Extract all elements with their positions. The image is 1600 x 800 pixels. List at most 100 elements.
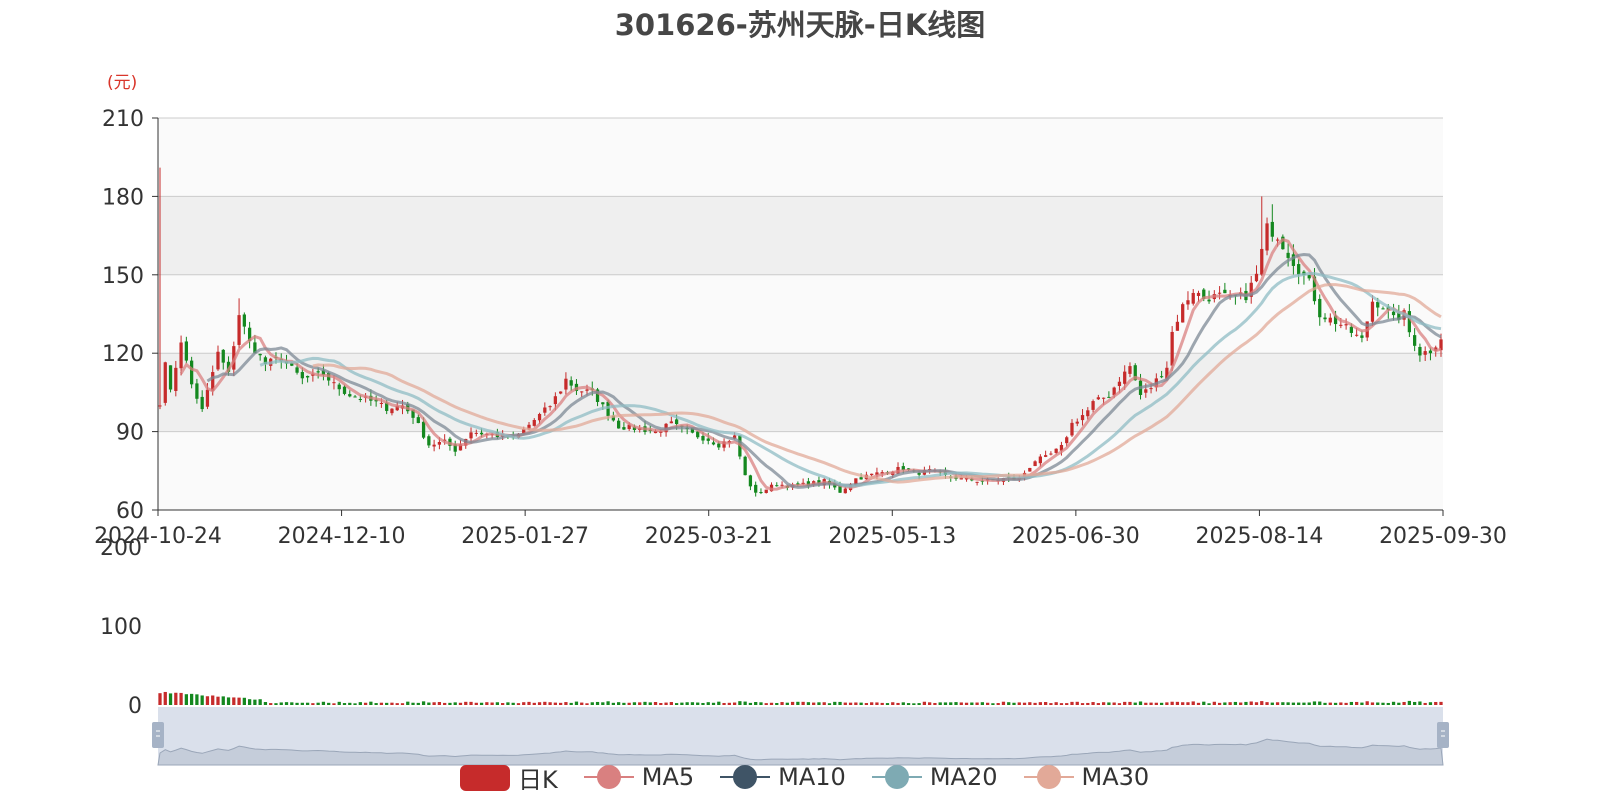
candle-body [1339,324,1343,326]
volume-bar [980,702,985,705]
volume-bar [1275,702,1280,705]
volume-bar [469,701,473,705]
volume-bar [838,701,842,705]
volume-bar [906,703,911,705]
volume-bar [949,702,953,705]
volume-bar [611,702,615,705]
volume-bar [717,701,721,705]
candle-body [427,436,431,446]
legend-item-ma20[interactable]: MA20 [871,763,998,791]
candle-body [1381,308,1385,310]
volume-bar [1381,702,1385,705]
candle-body [353,396,357,398]
candle-body [1096,397,1100,400]
candle-body [1043,455,1048,457]
candle-body [543,407,547,413]
volume-tick-label: 200 [100,536,142,561]
legend-ma5-icon [583,765,634,789]
candle-body [221,349,225,363]
candle-body [437,442,442,445]
candle-body [1049,453,1053,455]
candle-body [195,383,199,399]
candle-body [1144,389,1148,393]
volume-bar [1270,702,1274,705]
volume-bar [1001,701,1006,705]
volume-bar [1333,702,1338,705]
volume-bar [416,702,420,705]
legend-item-k[interactable]: 日K [460,760,558,795]
volume-bar [327,702,331,705]
legend-k-icon [460,765,510,791]
volume-bar [1196,702,1201,705]
volume-bar [674,703,679,705]
candle-body [1265,223,1269,251]
volume-bar [1191,701,1195,705]
slider-handle-left[interactable] [152,722,164,748]
legend-item-ma10[interactable]: MA10 [720,763,846,791]
volume-bar [1349,701,1354,705]
candle-body [1418,346,1422,356]
candle-body [1318,298,1322,318]
candle-body [559,391,563,394]
volume-bar [1080,703,1085,705]
candle-body [917,472,921,475]
volume-bar [796,701,800,705]
volume-bar [168,693,173,705]
data-zoom-slider[interactable] [152,707,1449,766]
legend-label-ma5: MA5 [641,763,695,791]
candle-body [179,342,183,369]
candle-body [1086,410,1090,417]
volume-bar [342,703,347,705]
volume-bar [274,703,278,705]
volume-bar [1281,702,1285,705]
candle-body [1223,289,1227,294]
volume-bar [305,702,310,705]
candle-body [421,421,426,438]
candle-body [1323,317,1327,320]
candle-body [1080,415,1085,421]
volume-bar [1418,701,1422,705]
volume-bar [1286,702,1290,705]
volume-bar [379,702,384,705]
volume-bar [759,702,763,705]
candle-body [1270,221,1274,237]
volume-bar [1370,702,1375,705]
volume-bar [1254,702,1259,705]
candle-body [532,419,536,426]
volume-bar [553,702,558,705]
volume-bar [443,702,447,705]
volume-bar [1318,701,1322,705]
candle-body [548,406,552,408]
candle-body [1028,467,1032,472]
volume-bar [1144,702,1148,705]
volume-bar [1033,702,1037,705]
chart-legend: 日K MA5 MA10 MA20 MA30 [460,760,1175,795]
candle-body [1065,437,1069,444]
volume-bar [527,701,531,705]
volume-bar [1365,701,1369,705]
legend-item-ma30[interactable]: MA30 [1023,763,1149,791]
volume-bar [986,702,990,705]
volume-bar [216,696,220,705]
volume-bar [817,702,821,705]
volume-bar [975,702,979,705]
slider-handle-right[interactable] [1437,722,1449,748]
candle-body [474,432,478,434]
volume-bar [938,702,942,705]
kline-chart: 60901201501802102024-10-24 2024-12-10 2025… [94,107,1507,766]
volume-bar [595,701,600,705]
candle-body [1275,239,1280,241]
legend-label-k: 日K [518,765,558,794]
volume-bar [1028,702,1032,705]
volume-bar [922,701,927,705]
legend-item-ma5[interactable]: MA5 [583,763,695,791]
volume-bar [1207,703,1211,705]
volume-bar [258,699,262,705]
volume-bar [790,701,795,705]
volume-bar [369,701,373,705]
candle-body [258,353,262,356]
volume-bar [822,702,826,705]
volume-bar [511,702,515,705]
volume-bar [1228,702,1232,705]
volume-bar [221,696,225,705]
